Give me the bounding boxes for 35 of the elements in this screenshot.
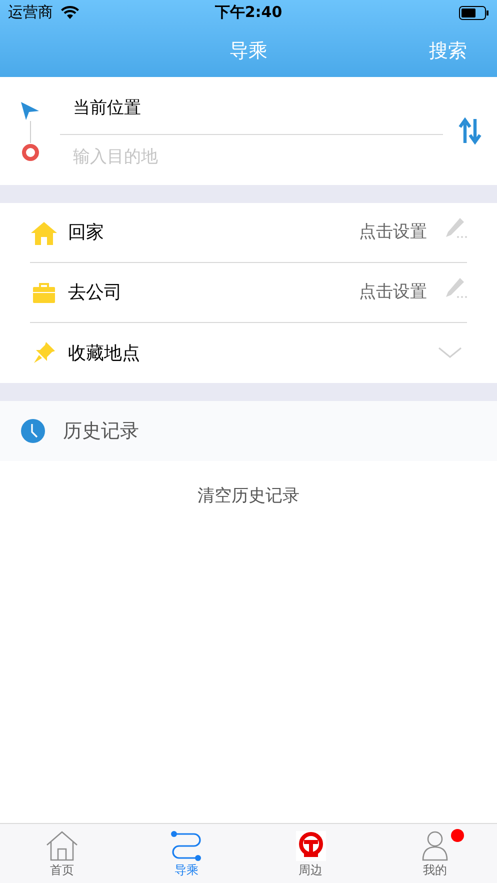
person-outline-icon: [420, 831, 450, 861]
house-icon: [31, 220, 57, 244]
shortcut-row[interactable]: 去公司 点击设置: [30, 263, 467, 323]
shortcut-row[interactable]: 收藏地点: [30, 323, 467, 383]
set-action-label[interactable]: 点击设置: [359, 220, 427, 246]
shortcut-label: 回家: [68, 221, 104, 245]
page-title: 导乘: [230, 38, 268, 64]
shortcut-row[interactable]: 回家 点击设置: [30, 203, 467, 263]
pushpin-icon: [33, 342, 55, 364]
tab-item[interactable]: 导乘: [124, 824, 248, 883]
tab-item[interactable]: 首页: [0, 824, 124, 883]
chevron-down-icon: [438, 347, 462, 359]
destination-ring-icon: [20, 142, 40, 162]
location-arrow-icon: [20, 100, 40, 120]
history-title: 历史记录: [63, 418, 139, 444]
clock-icon: [21, 419, 45, 443]
carrier-label: 运营商: [8, 2, 53, 24]
briefcase-icon: [33, 282, 55, 302]
shortcut-label: 去公司: [68, 281, 122, 305]
tab-item[interactable]: 周边: [248, 824, 373, 883]
house-outline-icon: [46, 831, 78, 861]
clear-history-button[interactable]: 清空历史记录: [198, 484, 300, 510]
wifi-icon: [61, 6, 79, 19]
shortcut-label: 收藏地点: [68, 342, 140, 366]
tab-item[interactable]: 我的: [372, 824, 497, 883]
pencil-icon: [445, 216, 467, 238]
origin-field[interactable]: 当前位置: [60, 83, 443, 135]
railway-logo-icon: [296, 831, 326, 861]
set-action-label[interactable]: 点击设置: [359, 280, 427, 306]
route-path-icon: [170, 831, 202, 861]
pencil-icon: [445, 276, 467, 298]
clock-time: 下午2:40: [214, 2, 282, 24]
battery-icon: [459, 6, 489, 20]
swap-arrows-icon: [458, 117, 482, 145]
destination-field[interactable]: 输入目的地: [60, 135, 443, 179]
